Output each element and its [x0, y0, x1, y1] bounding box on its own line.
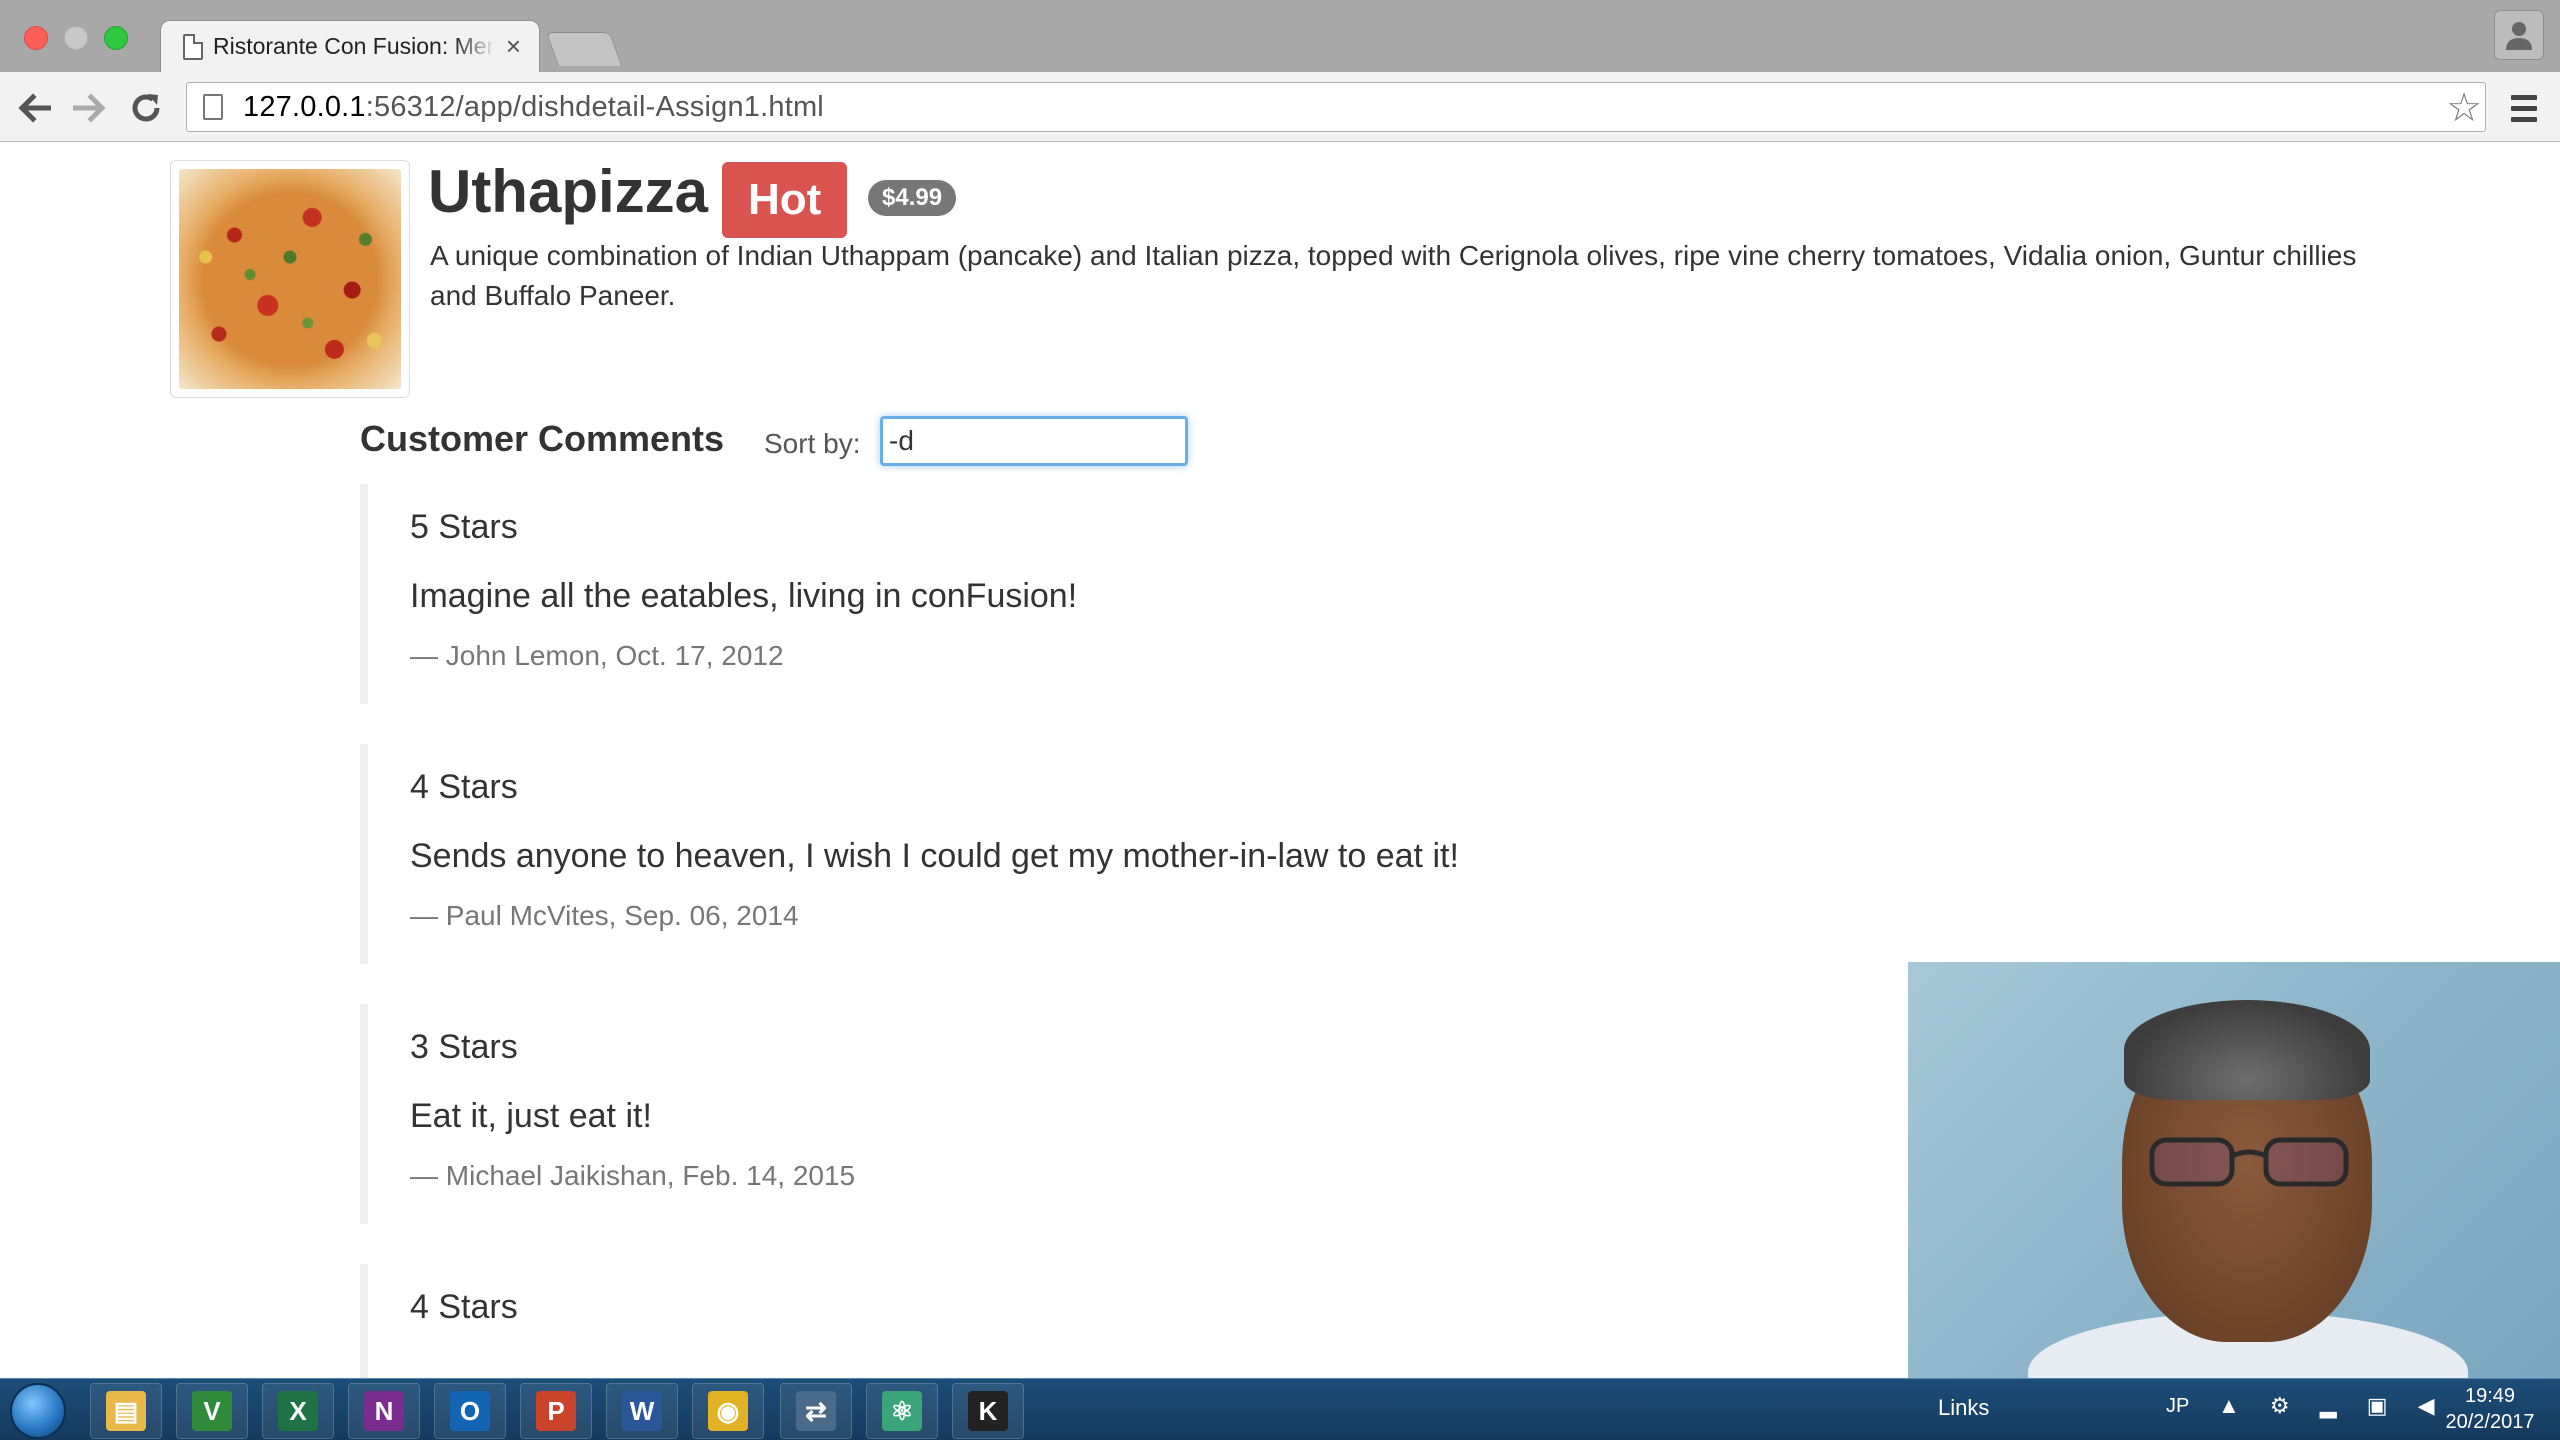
comment-author: — Michael Jaikishan, Feb. 14, 2015 [410, 1160, 856, 1191]
excel-icon: X [278, 1391, 318, 1431]
webcam-overlay [1908, 962, 2560, 1378]
comment-blockquote: 3 Stars Eat it, just eat it! — Michael J… [360, 1004, 1860, 1224]
url-text[interactable]: 127.0.0.1:56312/app/dishdetail-Assign1.h… [243, 91, 824, 124]
kindle-icon: K [968, 1391, 1008, 1431]
comment-rating: 3 Stars [410, 1028, 518, 1066]
start-button[interactable] [10, 1383, 66, 1439]
browser-menu-button[interactable] [2502, 86, 2546, 130]
comment-text: Imagine all the eatables, living in conF… [410, 577, 1078, 615]
comment-rating: 4 Stars [410, 1288, 518, 1326]
taskbar-word-button[interactable]: W [606, 1383, 678, 1439]
chrome-icon: ◉ [708, 1391, 748, 1431]
page-info-icon[interactable] [203, 94, 223, 120]
dish-image [179, 169, 401, 389]
comments-heading: Customer Comments [360, 418, 725, 459]
taskbar-powerpoint-button[interactable]: P [520, 1383, 592, 1439]
system-tray-icons[interactable]: ▲ ⚙ ▂ ▣ ◀ [2218, 1393, 2447, 1419]
browser-toolbar: 127.0.0.1:56312/app/dishdetail-Assign1.h… [0, 72, 2560, 142]
tab-title: Ristorante Con Fusion: Menu [213, 33, 496, 59]
dish-description: A unique combination of Indian Uthappam … [430, 240, 2357, 311]
page-icon [183, 33, 203, 60]
onenote-icon: N [364, 1391, 404, 1431]
menu-bar-icon [2511, 94, 2537, 100]
browser-tabstrip: Ristorante Con Fusion: Menu × [0, 0, 2560, 72]
tab-close-icon[interactable]: × [506, 31, 521, 62]
taskbar-vim-button[interactable]: V [176, 1383, 248, 1439]
comment-rating: 5 Stars [410, 508, 518, 546]
atom-icon: ⚛ [882, 1391, 922, 1431]
bookmark-star-icon[interactable]: ☆ [2440, 84, 2488, 132]
comment-rating: 4 Stars [410, 768, 518, 806]
comment-blockquote: 4 Stars Sends anyone to heaven, I wish I… [360, 744, 1860, 964]
vim-icon: V [192, 1391, 232, 1431]
arrow-left-icon [18, 93, 51, 123]
presenter-hair [2124, 1000, 2370, 1100]
back-button[interactable] [12, 86, 56, 130]
language-indicator[interactable]: JP [2166, 1395, 2189, 1418]
comment-text: Eat it, just eat it! [410, 1097, 652, 1135]
close-window-button[interactable] [24, 26, 48, 50]
reload-button[interactable] [124, 86, 168, 130]
menu-bar-icon [2511, 116, 2537, 122]
links-toolbar[interactable]: Links [1938, 1395, 1989, 1421]
outlook-icon: O [450, 1391, 490, 1431]
taskbar-outlook-button[interactable]: O [434, 1383, 506, 1439]
taskbar-explorer-button[interactable]: ▤ [90, 1383, 162, 1439]
price-badge: $4.99 [868, 180, 957, 216]
comment-text: Sends anyone to heaven, I wish I could g… [410, 837, 1459, 875]
comment-author: — John Lemon, Oct. 17, 2012 [410, 640, 784, 671]
reload-icon [132, 94, 160, 122]
powerpoint-icon: P [536, 1391, 576, 1431]
url-host: 127.0.0.1 [243, 90, 366, 123]
taskbar-excel-button[interactable]: X [262, 1383, 334, 1439]
clock-date: 20/2/2017 [2445, 1411, 2535, 1433]
hot-label-badge: Hot [722, 162, 848, 238]
dish-thumbnail [170, 160, 410, 398]
clock-time: 19:49 [2464, 1385, 2516, 1407]
taskbar-clock[interactable]: 19:49 20/2/2017 [2430, 1383, 2550, 1435]
arrow-right-icon [73, 93, 106, 123]
taskbar-atom-button[interactable]: ⚛ [866, 1383, 938, 1439]
sort-label: Sort by: [764, 428, 861, 459]
taskbar-network-button[interactable]: ⇄ [780, 1383, 852, 1439]
minimize-window-button[interactable] [64, 26, 88, 50]
url-path: :56312/app/dishdetail-Assign1.html [365, 90, 824, 123]
maximize-window-button[interactable] [104, 26, 128, 50]
comment-blockquote: 5 Stars Imagine all the eatables, living… [360, 484, 1860, 704]
comment-blockquote: 4 Stars [360, 1264, 1860, 1378]
menu-bar-icon [2511, 105, 2537, 111]
sort-input[interactable] [880, 416, 1188, 466]
address-bar[interactable]: 127.0.0.1:56312/app/dishdetail-Assign1.h… [186, 82, 2486, 132]
person-icon [2506, 22, 2532, 50]
windows-taskbar: ▤ V X N O P W ◉ ⇄ ⚛ K Links JP ▲ ⚙ ▂ ▣ ◀ 19:49 20/… [0, 1378, 2560, 1440]
taskbar-kindle-button[interactable]: K [952, 1383, 1024, 1439]
network-icon: ⇄ [796, 1391, 836, 1431]
taskbar-onenote-button[interactable]: N [348, 1383, 420, 1439]
browser-tab-active[interactable]: Ristorante Con Fusion: Menu × [160, 20, 540, 72]
new-tab-button[interactable] [545, 32, 623, 66]
profile-button[interactable] [2494, 10, 2544, 60]
presenter-glasses [2149, 1137, 2349, 1187]
dish-name: Uthapizza [428, 158, 709, 225]
comment-author: — Paul McVites, Sep. 06, 2014 [410, 900, 799, 931]
taskbar-chrome-button[interactable]: ◉ [692, 1383, 764, 1439]
forward-button[interactable] [68, 86, 112, 130]
explorer-icon: ▤ [106, 1391, 146, 1431]
word-icon: W [622, 1391, 662, 1431]
